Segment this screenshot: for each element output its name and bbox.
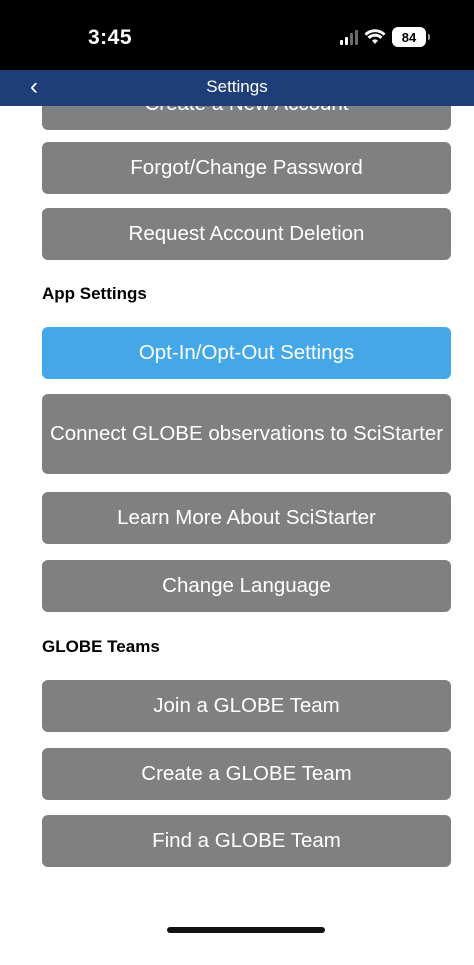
create-team-label: Create a GLOBE Team xyxy=(141,762,352,785)
connect-scistarter-label: Connect GLOBE observations to SciStarter xyxy=(49,422,444,445)
globe-teams-heading: GLOBE Teams xyxy=(42,637,160,656)
app-settings-heading: App Settings xyxy=(42,284,147,303)
opt-in-out-button[interactable]: Opt-In/Opt-Out Settings xyxy=(42,327,451,379)
create-account-button[interactable]: Create a New Account xyxy=(42,106,451,130)
learn-scistarter-label: Learn More About SciStarter xyxy=(117,506,376,529)
home-indicator xyxy=(167,927,325,933)
nav-bar: ‹ Settings xyxy=(0,70,474,106)
change-language-button[interactable]: Change Language xyxy=(42,560,451,612)
status-bar: 3:45 84 xyxy=(0,0,474,70)
find-team-button[interactable]: Find a GLOBE Team xyxy=(42,815,451,867)
join-team-label: Join a GLOBE Team xyxy=(153,694,340,717)
find-team-label: Find a GLOBE Team xyxy=(152,829,341,852)
opt-in-out-label: Opt-In/Opt-Out Settings xyxy=(138,341,355,364)
settings-list[interactable]: Create a New Account Forgot/Change Passw… xyxy=(0,106,474,906)
create-account-label: Create a New Account xyxy=(145,106,349,118)
request-deletion-button[interactable]: Request Account Deletion xyxy=(42,208,451,260)
status-time: 3:45 xyxy=(88,26,133,49)
wifi-icon xyxy=(364,29,386,44)
learn-scistarter-button[interactable]: Learn More About SciStarter xyxy=(42,492,451,544)
status-icons: 84 xyxy=(340,26,430,48)
forgot-password-button[interactable]: Forgot/Change Password xyxy=(42,142,451,194)
battery-icon: 84 xyxy=(392,27,430,47)
connect-scistarter-button[interactable]: Connect GLOBE observations to SciStarter xyxy=(42,394,451,474)
forgot-password-label: Forgot/Change Password xyxy=(130,156,363,179)
join-team-button[interactable]: Join a GLOBE Team xyxy=(42,680,451,732)
page-title: Settings xyxy=(206,77,268,96)
create-team-button[interactable]: Create a GLOBE Team xyxy=(42,748,451,800)
request-deletion-label: Request Account Deletion xyxy=(128,222,365,245)
change-language-label: Change Language xyxy=(162,574,331,597)
battery-level: 84 xyxy=(401,29,417,45)
cellular-signal-icon xyxy=(340,29,358,45)
